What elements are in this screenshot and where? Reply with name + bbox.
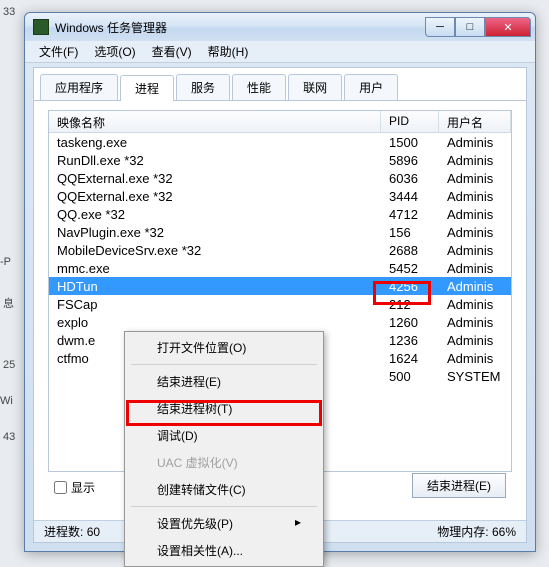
cell-image-name: QQExternal.exe *32 [49,188,381,205]
cell-image-name: taskeng.exe [49,134,381,151]
close-button[interactable]: ✕ [485,17,531,37]
column-headers: 映像名称 PID 用户名 [49,111,511,133]
cell-user: Adminis [439,260,511,277]
ctx-open-location[interactable]: 打开文件位置(O) [127,334,321,361]
end-process-button[interactable]: 结束进程(E) [412,473,506,498]
cell-pid: 1260 [381,314,439,331]
cell-image-name: explo [49,314,381,331]
tab-network[interactable]: 联网 [288,74,342,100]
bg-text: Wi [0,395,13,407]
col-image-name[interactable]: 映像名称 [49,111,381,132]
cell-pid: 4712 [381,206,439,223]
ctx-set-priority[interactable]: 设置优先级(P)▸ [127,510,321,537]
cell-user: SYSTEM [439,368,511,385]
menu-help[interactable]: 帮助(H) [200,41,257,62]
cell-pid: 156 [381,224,439,241]
cell-user: Adminis [439,296,511,313]
ctx-debug[interactable]: 调试(D) [127,422,321,449]
ctx-set-affinity[interactable]: 设置相关性(A)... [127,537,321,564]
table-row[interactable]: QQExternal.exe *326036Adminis [49,169,511,187]
tab-performance[interactable]: 性能 [232,74,286,100]
bg-text: 43 [3,431,15,443]
cell-user: Adminis [439,278,511,295]
table-row[interactable]: QQ.exe *324712Adminis [49,205,511,223]
ctx-end-process[interactable]: 结束进程(E) [127,368,321,395]
table-row[interactable]: HDTun4256Adminis [49,277,511,295]
menu-view[interactable]: 查看(V) [144,41,200,62]
tab-users[interactable]: 用户 [344,74,398,100]
menu-file[interactable]: 文件(F) [31,41,86,62]
status-process-count: 进程数: 60 [44,523,100,540]
cell-image-name: NavPlugin.exe *32 [49,224,381,241]
cell-user: Adminis [439,134,511,151]
cell-user: Adminis [439,314,511,331]
cell-user: Adminis [439,152,511,169]
cell-image-name: mmc.exe [49,260,381,277]
cell-image-name: QQExternal.exe *32 [49,170,381,187]
cell-pid: 1236 [381,332,439,349]
table-row[interactable]: QQExternal.exe *323444Adminis [49,187,511,205]
cell-user: Adminis [439,170,511,187]
col-username[interactable]: 用户名 [439,111,511,132]
cell-user: Adminis [439,350,511,367]
ctx-uac: UAC 虚拟化(V) [127,449,321,476]
cell-user: Adminis [439,332,511,349]
maximize-button[interactable]: □ [455,17,485,37]
tab-processes[interactable]: 进程 [120,75,174,101]
table-row[interactable]: MobileDeviceSrv.exe *322688Adminis [49,241,511,259]
cell-user: Adminis [439,188,511,205]
cell-pid: 1624 [381,350,439,367]
table-row[interactable]: NavPlugin.exe *32156Adminis [49,223,511,241]
table-row[interactable]: taskeng.exe1500Adminis [49,133,511,151]
table-row[interactable]: FSCap212Adminis [49,295,511,313]
cell-pid: 3444 [381,188,439,205]
cell-pid: 5452 [381,260,439,277]
cell-pid: 4256 [381,278,439,295]
bg-text: 33 [3,6,15,18]
menubar: 文件(F) 选项(O) 查看(V) 帮助(H) [25,41,535,63]
window-title: Windows 任务管理器 [55,19,425,36]
cell-image-name: MobileDeviceSrv.exe *32 [49,242,381,259]
table-row[interactable]: explo1260Adminis [49,313,511,331]
menu-options[interactable]: 选项(O) [86,41,143,62]
tab-services[interactable]: 服务 [176,74,230,100]
cell-pid: 212 [381,296,439,313]
show-all-checkbox[interactable]: 显示 [54,479,95,496]
cell-image-name: QQ.exe *32 [49,206,381,223]
table-row[interactable]: RunDll.exe *325896Adminis [49,151,511,169]
tab-applications[interactable]: 应用程序 [40,74,118,100]
show-all-label: 显示 [71,479,95,496]
cell-image-name: RunDll.exe *32 [49,152,381,169]
bg-text: 息 [3,295,14,311]
ctx-end-process-tree[interactable]: 结束进程树(T) [127,395,321,422]
tab-strip: 应用程序 进程 服务 性能 联网 用户 [34,68,526,101]
cell-pid: 500 [381,368,439,385]
separator [131,506,317,507]
cell-user: Adminis [439,224,511,241]
table-row[interactable]: mmc.exe5452Adminis [49,259,511,277]
cell-image-name: HDTun [49,278,381,295]
cell-pid: 1500 [381,134,439,151]
titlebar[interactable]: Windows 任务管理器 ─ □ ✕ [25,13,535,41]
separator [131,364,317,365]
cell-user: Adminis [439,206,511,223]
minimize-button[interactable]: ─ [425,17,455,37]
cell-pid: 6036 [381,170,439,187]
cell-pid: 2688 [381,242,439,259]
cell-user: Adminis [439,242,511,259]
cell-image-name: FSCap [49,296,381,313]
context-menu: 打开文件位置(O) 结束进程(E) 结束进程树(T) 调试(D) UAC 虚拟化… [124,331,324,567]
bg-text: -P [0,256,11,268]
col-pid[interactable]: PID [381,111,439,132]
status-memory: 物理内存: 66% [437,523,516,540]
app-icon [33,19,49,35]
ctx-create-dump[interactable]: 创建转储文件(C) [127,476,321,503]
show-all-input[interactable] [54,481,67,494]
bg-text: 25 [3,359,15,371]
cell-pid: 5896 [381,152,439,169]
